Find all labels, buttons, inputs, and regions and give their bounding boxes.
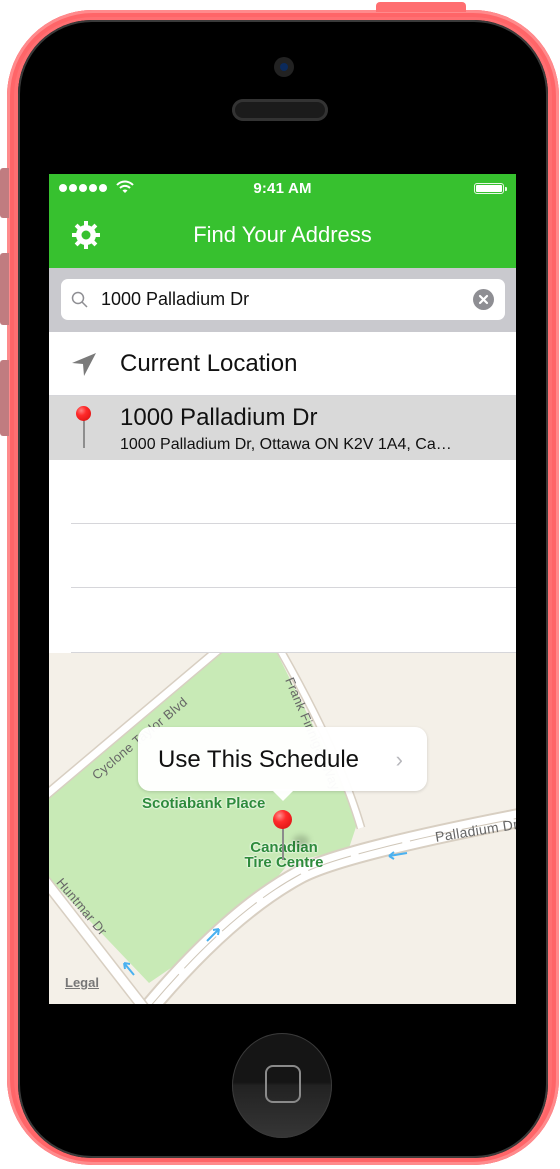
poi-label: Scotiabank Place bbox=[142, 795, 266, 812]
front-camera bbox=[274, 57, 294, 77]
mute-switch bbox=[0, 168, 9, 218]
search-bar bbox=[49, 268, 516, 332]
callout-tail bbox=[271, 789, 295, 801]
earpiece-speaker bbox=[232, 99, 328, 121]
list-item-empty bbox=[49, 524, 516, 588]
search-icon bbox=[71, 291, 88, 308]
map-pin-icon[interactable] bbox=[273, 810, 309, 860]
status-time: 9:41 AM bbox=[253, 180, 312, 197]
battery-icon bbox=[474, 183, 507, 194]
home-button[interactable] bbox=[232, 1033, 332, 1138]
status-bar: 9:41 AM bbox=[49, 174, 516, 198]
screen: 9:41 AM Find Your Address 1000 Palladium… bbox=[49, 174, 516, 1004]
legal-link[interactable]: Legal bbox=[65, 975, 99, 990]
list-item-title: 1000 Palladium Dr bbox=[120, 404, 318, 431]
search-input[interactable] bbox=[101, 279, 461, 320]
pin-icon bbox=[76, 406, 92, 452]
list-item-current-location[interactable]: Current Location bbox=[49, 332, 516, 396]
chevron-right-icon: › bbox=[395, 747, 403, 772]
list-item-empty bbox=[49, 589, 516, 653]
divider bbox=[71, 587, 516, 588]
list-item-subtitle: 1000 Palladium Dr, Ottawa ON K2V 1A4, Ca… bbox=[120, 436, 452, 453]
callout-label: Use This Schedule bbox=[158, 746, 359, 773]
home-square-icon bbox=[265, 1065, 301, 1103]
list-item-address[interactable]: 1000 Palladium Dr 1000 Palladium Dr, Ott… bbox=[49, 396, 516, 460]
map-view[interactable]: Cyclone Taylor Blvd Frank Finnigan Way P… bbox=[49, 653, 516, 1004]
volume-up-button bbox=[0, 253, 9, 325]
list-item-title: Current Location bbox=[120, 350, 298, 377]
list-item-empty bbox=[49, 460, 516, 524]
use-schedule-callout[interactable]: Use This Schedule › bbox=[138, 727, 427, 801]
volume-down-button bbox=[0, 360, 9, 436]
location-arrow-icon bbox=[72, 353, 96, 376]
search-field[interactable] bbox=[61, 279, 505, 320]
clear-icon[interactable] bbox=[473, 289, 494, 310]
header: 9:41 AM Find Your Address bbox=[49, 174, 516, 268]
power-button bbox=[376, 2, 466, 12]
page-title: Find Your Address bbox=[193, 222, 372, 247]
